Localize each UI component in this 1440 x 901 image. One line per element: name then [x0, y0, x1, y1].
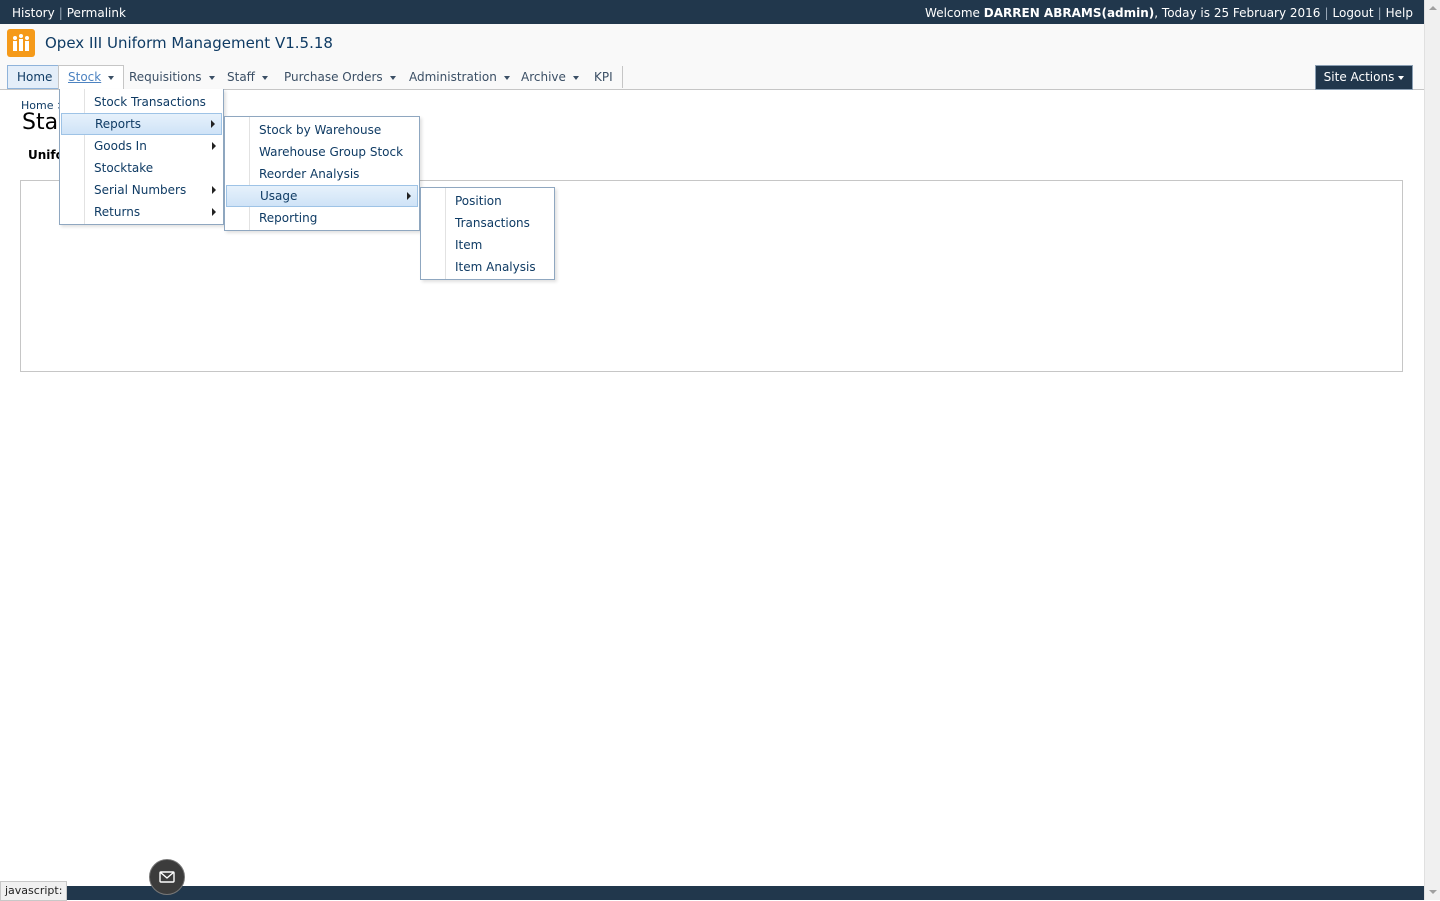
- vertical-scrollbar[interactable]: [1424, 0, 1440, 900]
- separator: |: [1377, 6, 1382, 20]
- dropdown-arrow-icon: [208, 75, 215, 80]
- menu-item-goods-in[interactable]: Goods In: [61, 135, 222, 157]
- nav-requisitions-label: Requisitions: [129, 70, 202, 84]
- menu-item-label: Stocktake: [94, 161, 154, 175]
- app-title[interactable]: Opex III Uniform Management V1.5.18: [45, 34, 333, 52]
- nav-archive-label: Archive: [521, 70, 566, 84]
- menu-item-reorder-analysis[interactable]: Reorder Analysis: [226, 163, 418, 185]
- user-name: DARREN ABRAMS(admin): [983, 6, 1155, 20]
- menu-item-warehouse-group-stock[interactable]: Warehouse Group Stock: [226, 141, 418, 163]
- date-text: , Today is 25 February 2016: [1154, 6, 1321, 20]
- scroll-down-icon[interactable]: [1429, 890, 1437, 894]
- dropdown-arrow-icon: [1398, 75, 1405, 80]
- menu-item-serial-numbers[interactable]: Serial Numbers: [61, 179, 222, 201]
- separator: |: [1324, 6, 1329, 20]
- menu-item-label: Reports: [95, 117, 142, 131]
- nav-purchase-orders-label: Purchase Orders: [284, 70, 383, 84]
- nav-kpi[interactable]: KPI: [585, 66, 622, 88]
- bottom-bar: [0, 886, 1424, 900]
- site-actions-button[interactable]: Site Actions: [1315, 65, 1413, 90]
- submenu-arrow-icon: [212, 186, 216, 194]
- nav-staff[interactable]: Staff: [218, 66, 277, 88]
- scroll-up-icon[interactable]: [1429, 6, 1437, 10]
- dropdown-arrow-icon: [108, 75, 115, 80]
- page-title: Sta: [22, 110, 59, 135]
- separator: |: [58, 6, 63, 20]
- menu-item-label: Returns: [94, 205, 141, 219]
- envelope-icon: [159, 871, 175, 883]
- menu-item-label: Goods In: [94, 139, 147, 153]
- nav-stock-label: Stock: [68, 70, 102, 84]
- nav-archive[interactable]: Archive: [512, 66, 588, 88]
- nav-kpi-label: KPI: [594, 70, 613, 84]
- site-actions-label: Site Actions: [1323, 70, 1395, 84]
- usage-submenu: Position Transactions Item Item Analysis: [420, 187, 555, 280]
- title-area: Opex III Uniform Management V1.5.18: [0, 24, 1424, 64]
- dropdown-arrow-icon: [572, 75, 579, 80]
- menu-item-label: Stock by Warehouse: [259, 123, 382, 137]
- nav-staff-label: Staff: [227, 70, 255, 84]
- stock-menu: Stock Transactions Reports Goods In Stoc…: [59, 89, 224, 225]
- menu-item-item-analysis[interactable]: Item Analysis: [422, 256, 553, 278]
- top-links: History | Permalink: [12, 6, 126, 20]
- menu-item-usage[interactable]: Usage: [226, 185, 418, 207]
- app-logo-icon[interactable]: [7, 29, 35, 57]
- menu-item-label: Transactions: [455, 216, 530, 230]
- menu-item-transactions[interactable]: Transactions: [422, 212, 553, 234]
- user-info: Welcome DARREN ABRAMS(admin), Today is 2…: [925, 6, 1413, 20]
- nav-home-label: Home: [17, 70, 53, 84]
- dropdown-arrow-icon: [261, 75, 268, 80]
- menu-item-reports[interactable]: Reports: [61, 113, 222, 135]
- nav-home[interactable]: Home: [7, 65, 63, 89]
- dropdown-arrow-icon: [503, 75, 510, 80]
- menu-item-stock-transactions[interactable]: Stock Transactions: [61, 91, 222, 113]
- menu-item-item[interactable]: Item: [422, 234, 553, 256]
- menu-item-label: Reporting: [259, 211, 318, 225]
- status-bar: javascript:: [0, 881, 68, 901]
- welcome-text: Welcome: [925, 6, 984, 20]
- menu-item-stocktake[interactable]: Stocktake: [61, 157, 222, 179]
- menu-item-label: Item: [455, 238, 483, 252]
- menu-item-label: Reorder Analysis: [259, 167, 360, 181]
- nav-divider: [622, 66, 623, 88]
- menu-item-label: Stock Transactions: [94, 95, 206, 109]
- top-nav: Home Stock Requisitions Staff Purchase O…: [0, 64, 1424, 90]
- help-link[interactable]: Help: [1386, 6, 1413, 20]
- mail-button[interactable]: [149, 859, 185, 895]
- submenu-arrow-icon: [212, 208, 216, 216]
- nav-administration-label: Administration: [409, 70, 497, 84]
- menu-item-reporting[interactable]: Reporting: [226, 207, 418, 229]
- nav-administration[interactable]: Administration: [400, 66, 519, 88]
- nav-purchase-orders[interactable]: Purchase Orders: [275, 66, 405, 88]
- menu-item-label: Usage: [260, 189, 298, 203]
- top-bar: History | Permalink Welcome DARREN ABRAMS(…: [0, 0, 1424, 24]
- menu-item-label: Serial Numbers: [94, 183, 187, 197]
- permalink-link[interactable]: Permalink: [67, 6, 126, 20]
- nav-stock[interactable]: Stock: [58, 65, 125, 90]
- menu-item-stock-by-warehouse[interactable]: Stock by Warehouse: [226, 119, 418, 141]
- nav-requisitions[interactable]: Requisitions: [120, 66, 224, 88]
- submenu-arrow-icon: [212, 142, 216, 150]
- menu-item-returns[interactable]: Returns: [61, 201, 222, 223]
- menu-item-label: Item Analysis: [455, 260, 536, 274]
- menu-item-label: Position: [455, 194, 502, 208]
- reports-submenu: Stock by Warehouse Warehouse Group Stock…: [224, 116, 420, 231]
- history-link[interactable]: History: [12, 6, 55, 20]
- submenu-arrow-icon: [407, 192, 411, 200]
- dropdown-arrow-icon: [389, 75, 396, 80]
- submenu-arrow-icon: [211, 120, 215, 128]
- menu-item-position[interactable]: Position: [422, 190, 553, 212]
- menu-item-label: Warehouse Group Stock: [259, 145, 404, 159]
- logout-link[interactable]: Logout: [1333, 6, 1374, 20]
